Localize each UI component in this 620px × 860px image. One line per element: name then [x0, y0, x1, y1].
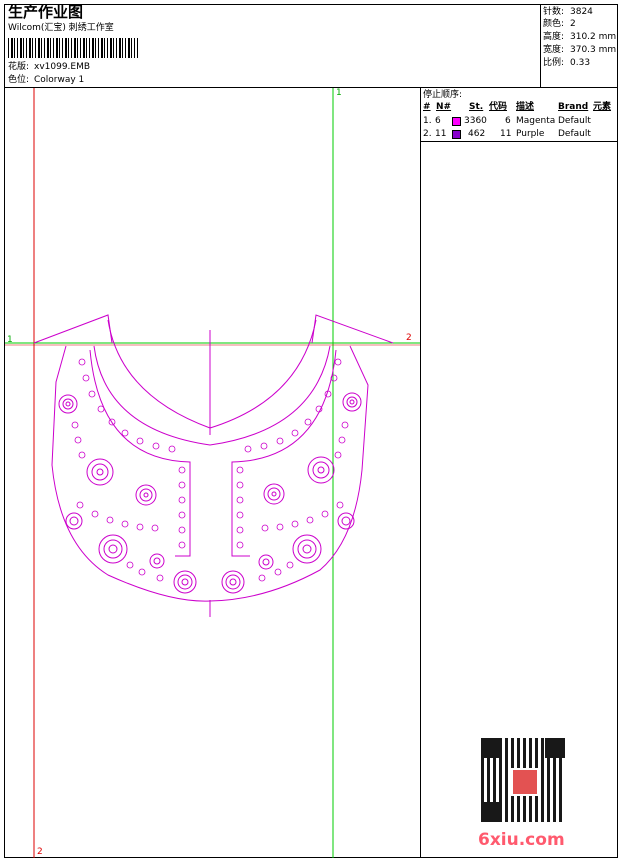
qr-code-icon — [481, 738, 565, 822]
guide-marker-top: 1 — [336, 88, 342, 98]
spiral-ornament — [135, 484, 157, 506]
collar-design — [33, 314, 394, 617]
spiral-ornament — [58, 394, 78, 414]
guide-marker-bottom: 2 — [37, 847, 43, 857]
neck-curve-outer — [107, 319, 317, 429]
scroll-chain-lower-arc — [76, 501, 344, 582]
right-shoulder-flap — [311, 314, 394, 344]
guide-marker-right: 2 — [406, 333, 412, 343]
left-shoulder-flap — [33, 314, 113, 344]
qr-code-badge — [511, 768, 539, 796]
spiral-ornament — [342, 392, 362, 412]
scroll-chain-right-column — [236, 466, 244, 549]
spiral-ornament — [258, 554, 274, 570]
right-inner-band — [231, 349, 337, 557]
left-inner-band — [89, 349, 191, 557]
spiral-ornament — [98, 534, 128, 564]
spiral-ornament — [263, 483, 285, 505]
spiral-ornament — [292, 534, 322, 564]
spiral-ornament — [221, 570, 245, 594]
spiral-ornament — [307, 456, 335, 484]
spiral-ornament — [86, 458, 114, 486]
spiral-ornament — [149, 553, 165, 569]
watermark-text: 6xiu.com — [478, 830, 565, 850]
embroidery-canvas — [5, 88, 420, 858]
guide-marker-left: 1 — [7, 335, 13, 345]
scroll-chain-left-column — [178, 466, 186, 549]
spiral-ornament — [173, 570, 197, 594]
spiral-ornament — [65, 512, 83, 530]
